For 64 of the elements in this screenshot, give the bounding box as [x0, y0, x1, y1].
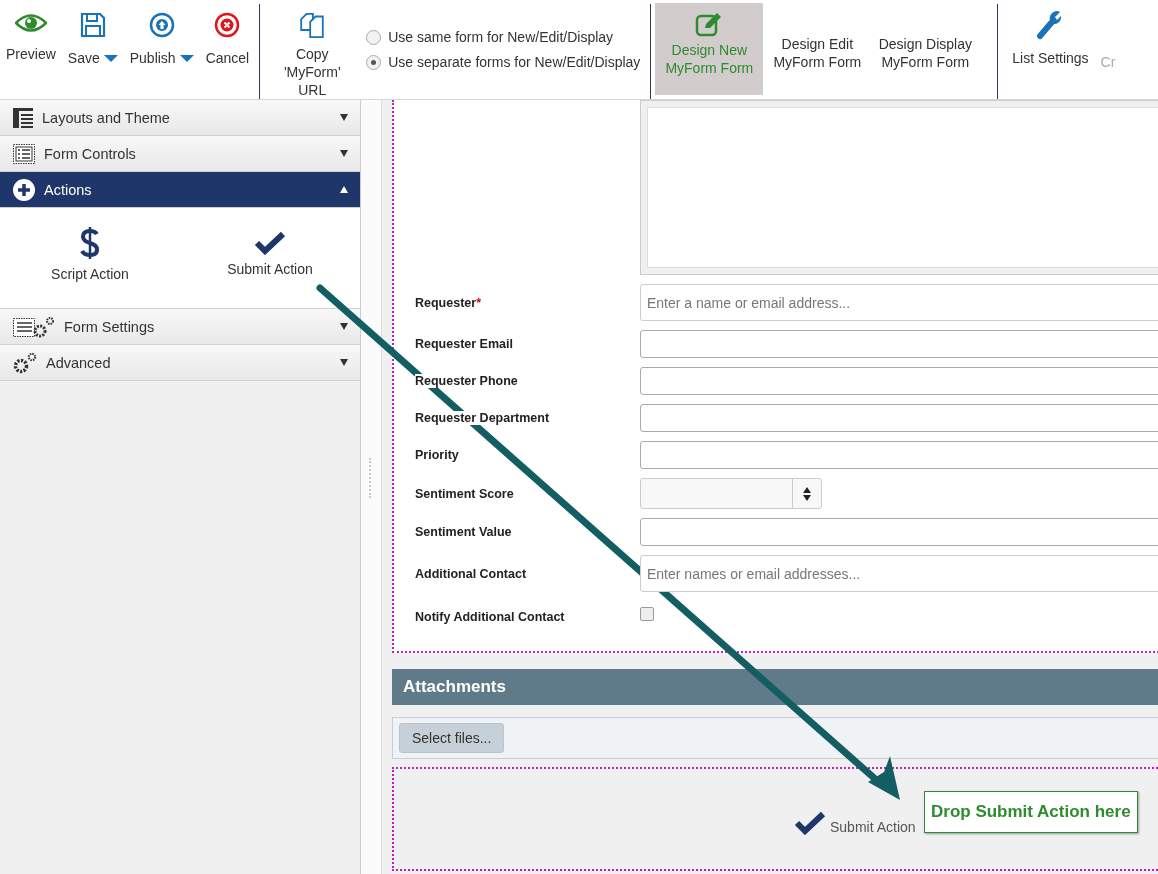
text-field[interactable] — [640, 518, 1158, 546]
checkmark-icon — [254, 231, 286, 255]
accordion-header[interactable]: Actions — [0, 172, 360, 208]
field-label: Requester Email — [415, 337, 513, 351]
checkmark-icon — [794, 811, 826, 835]
toolbar-button[interactable]: Preview — [0, 0, 62, 99]
list-settings-button[interactable]: List Settings — [1006, 0, 1095, 99]
field-label: Additional Contact — [415, 566, 527, 581]
field-label: Requester* — [415, 295, 481, 310]
form-settings-icon — [12, 314, 56, 339]
field-label: Notify Additional Contact — [415, 610, 565, 624]
expand-icon — [340, 114, 348, 121]
dropdown-button[interactable]: Publish — [123, 0, 200, 99]
field-label: Sentiment Value — [415, 525, 512, 539]
text-field[interactable] — [640, 404, 1158, 432]
section-header: Attachments — [392, 669, 1158, 705]
pencil-square-icon — [695, 11, 724, 37]
text-field[interactable] — [640, 441, 1158, 469]
action-item[interactable]: Script Action — [24, 220, 156, 288]
checkbox[interactable] — [640, 607, 654, 621]
radio-button[interactable] — [366, 54, 382, 70]
field-label: Priority — [415, 448, 459, 462]
accordion-header[interactable]: Form Settings — [0, 309, 360, 345]
dropdown-button[interactable]: Save — [61, 0, 124, 99]
expand-icon — [340, 150, 348, 157]
dollar-icon — [80, 226, 100, 260]
collapse-icon — [340, 186, 348, 193]
radio-option[interactable]: Use same form for New/Edit/Display — [366, 29, 641, 45]
accordion-header[interactable]: Advanced — [0, 345, 360, 381]
action-item[interactable]: Submit Action — [204, 220, 336, 288]
list-form-icon — [12, 142, 36, 165]
field-label: Requester Phone — [415, 374, 518, 388]
radio-button[interactable] — [366, 29, 382, 45]
toolbar-button[interactable]: Cancel — [199, 0, 256, 99]
number-field[interactable] — [640, 478, 822, 509]
caret-icon[interactable] — [103, 54, 118, 62]
rich-text-editor[interactable] — [640, 100, 1158, 275]
drop-tooltip: Drop Submit Action here — [924, 791, 1138, 833]
cancel-icon — [214, 12, 241, 38]
gears-icon — [12, 350, 38, 375]
design-tab[interactable]: Design Edit MyForm Form — [763, 3, 872, 99]
caret-icon[interactable] — [179, 54, 194, 62]
field-label: Requester Department — [415, 411, 550, 425]
radio-option[interactable]: Use separate forms for New/Edit/Display — [366, 54, 641, 70]
plus-circle-icon — [12, 177, 36, 202]
select-files-button[interactable]: Select files... — [399, 723, 505, 753]
accordion-header[interactable]: Layouts and Theme — [0, 100, 360, 136]
copy-icon — [298, 12, 327, 39]
text-field[interactable] — [640, 367, 1158, 395]
design-tab[interactable]: Design Display MyForm Form — [871, 3, 980, 99]
people-picker-field[interactable]: Enter a name or email address... — [640, 284, 1158, 321]
text-field[interactable] — [640, 330, 1158, 358]
people-picker-field[interactable]: Enter names or email addresses... — [640, 555, 1158, 592]
layout-icon — [12, 106, 34, 129]
dragged-item-label: Submit Action — [830, 819, 916, 835]
expand-icon — [340, 359, 348, 366]
upload-icon — [148, 12, 175, 38]
splitter-handle[interactable] — [368, 457, 374, 498]
expand-icon — [340, 323, 348, 330]
field-label: Sentiment Score — [415, 486, 514, 501]
copy-url-button[interactable]: Copy 'MyForm' URL — [264, 0, 361, 99]
drop-zone[interactable]: Submit Action Drop Submit Action here — [392, 767, 1158, 871]
accordion-header[interactable]: Form Controls — [0, 136, 360, 172]
eye-icon — [14, 12, 47, 34]
